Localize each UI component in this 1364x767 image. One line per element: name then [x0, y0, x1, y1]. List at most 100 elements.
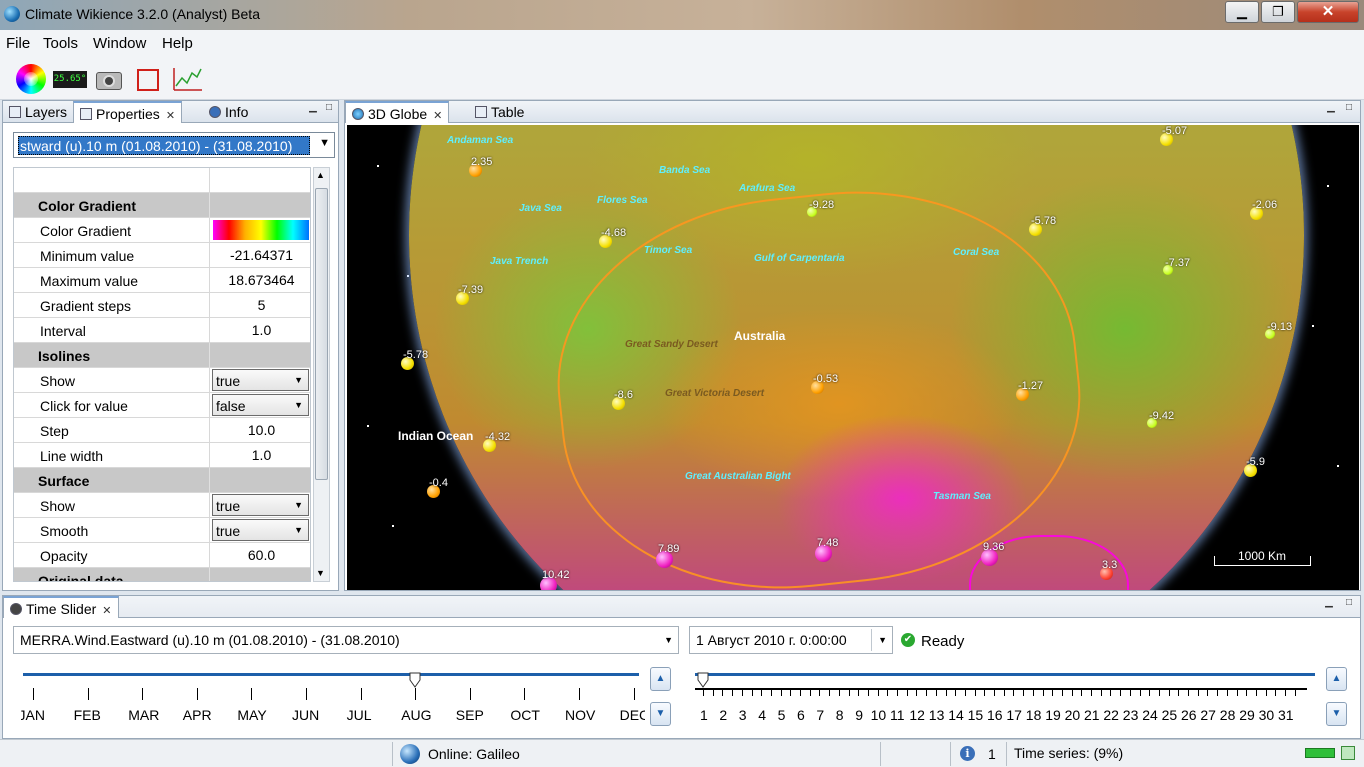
scrollbar-thumb[interactable] — [315, 188, 328, 480]
maximize-button[interactable]: ❐ — [1261, 1, 1295, 23]
maximize-panel-icon[interactable]: □ — [1343, 103, 1355, 115]
month-label[interactable]: MAY — [237, 707, 266, 723]
property-row[interactable]: Interval 1.0 — [14, 318, 310, 343]
property-row[interactable]: Click for value false — [14, 393, 310, 418]
property-row[interactable]: Step 10.0 — [14, 418, 310, 443]
property-value[interactable]: true — [211, 493, 310, 518]
close-tab-icon[interactable]: ✕ — [433, 110, 442, 122]
layer-select[interactable]: stward (u).10 m (01.08.2010) - (31.08.20… — [13, 132, 335, 158]
earth-globe[interactable] — [409, 125, 1304, 590]
property-row[interactable]: Show true — [14, 493, 310, 518]
property-scrollbar[interactable]: ▲ ▼ — [313, 167, 330, 582]
day-label[interactable]: 29 — [1239, 707, 1255, 723]
scroll-up-icon[interactable]: ▲ — [316, 170, 325, 180]
property-value[interactable]: 60.0 — [211, 543, 310, 568]
day-label[interactable]: 17 — [1006, 707, 1022, 723]
day-label[interactable]: 7 — [816, 707, 824, 723]
tab-info[interactable]: Info — [203, 101, 254, 123]
month-label[interactable]: JUL — [347, 707, 372, 723]
day-label[interactable]: 9 — [855, 707, 863, 723]
property-value[interactable] — [211, 218, 310, 243]
maximize-panel-icon[interactable]: □ — [1343, 598, 1355, 610]
menu-window[interactable]: Window — [93, 35, 146, 52]
month-up-button[interactable]: ▲ — [650, 667, 671, 691]
day-label[interactable]: 5 — [778, 707, 786, 723]
property-row[interactable]: Line width 1.0 — [14, 443, 310, 468]
month-label[interactable]: MAR — [128, 707, 159, 723]
day-label[interactable]: 27 — [1200, 707, 1216, 723]
minimize-button[interactable]: ▁ — [1225, 1, 1259, 23]
day-label[interactable]: 11 — [890, 707, 905, 723]
month-label[interactable]: FEB — [74, 707, 101, 723]
month-slider-thumb[interactable] — [409, 672, 421, 688]
property-dropdown[interactable]: true — [212, 519, 309, 541]
month-label[interactable]: SEP — [456, 707, 484, 723]
property-dropdown[interactable]: true — [212, 369, 309, 391]
property-row[interactable]: Gradient steps 5 — [14, 293, 310, 318]
property-row[interactable]: Maximum value 18.673464 — [14, 268, 310, 293]
day-up-button[interactable]: ▲ — [1326, 667, 1347, 691]
month-slider-track[interactable] — [23, 673, 639, 676]
day-label[interactable]: 8 — [836, 707, 844, 723]
day-label[interactable]: 19 — [1045, 707, 1061, 723]
day-label[interactable]: 25 — [1162, 707, 1178, 723]
minimize-panel-icon[interactable]: ▁ — [1325, 103, 1337, 115]
scroll-down-icon[interactable]: ▼ — [316, 568, 325, 578]
month-label[interactable]: JAN — [21, 707, 45, 723]
day-down-button[interactable]: ▼ — [1326, 702, 1347, 726]
menu-help[interactable]: Help — [162, 35, 193, 52]
date-select[interactable]: 1 Август 2010 г. 0:00:00 — [689, 626, 893, 654]
day-label[interactable]: 31 — [1278, 707, 1294, 723]
day-label[interactable]: 18 — [1026, 707, 1042, 723]
tab-table[interactable]: Table — [469, 101, 530, 123]
day-slider-track[interactable] — [695, 673, 1315, 676]
property-row[interactable]: Show true — [14, 368, 310, 393]
day-label[interactable]: 4 — [758, 707, 766, 723]
day-label[interactable]: 16 — [987, 707, 1003, 723]
month-label[interactable]: JUN — [292, 707, 319, 723]
minimize-panel-icon[interactable]: ▁ — [307, 103, 319, 115]
month-label[interactable]: DEC — [620, 707, 645, 723]
property-dropdown[interactable]: false — [212, 394, 309, 416]
day-label[interactable]: 28 — [1220, 707, 1236, 723]
month-down-button[interactable]: ▼ — [650, 702, 671, 726]
day-slider-thumb[interactable] — [697, 672, 709, 688]
chart-icon[interactable] — [170, 62, 204, 96]
month-label[interactable]: APR — [183, 707, 212, 723]
day-label[interactable]: 24 — [1142, 707, 1158, 723]
day-label[interactable]: 20 — [1065, 707, 1081, 723]
property-row[interactable]: Opacity 60.0 — [14, 543, 310, 568]
property-value[interactable]: -21.64371 — [211, 243, 310, 268]
day-label[interactable]: 30 — [1259, 707, 1275, 723]
garbage-collect-icon[interactable] — [1341, 746, 1355, 760]
close-tab-icon[interactable]: ✕ — [102, 605, 111, 617]
day-label[interactable]: 15 — [968, 707, 984, 723]
day-label[interactable]: 12 — [909, 707, 925, 723]
day-label[interactable]: 13 — [929, 707, 945, 723]
property-value[interactable]: 10.0 — [211, 418, 310, 443]
property-row[interactable]: Smooth true — [14, 518, 310, 543]
info-icon[interactable]: i — [960, 746, 975, 761]
day-label[interactable]: 14 — [948, 707, 964, 723]
day-label[interactable]: 26 — [1181, 707, 1197, 723]
day-label[interactable]: 6 — [797, 707, 805, 723]
maximize-panel-icon[interactable]: □ — [323, 103, 335, 115]
menu-tools[interactable]: Tools — [43, 35, 78, 52]
tab-time-slider[interactable]: Time Slider ✕ — [3, 596, 119, 618]
property-value[interactable]: 1.0 — [211, 443, 310, 468]
property-value[interactable]: false — [211, 393, 310, 418]
property-dropdown[interactable]: true — [212, 494, 309, 516]
tab-properties[interactable]: Properties ✕ — [73, 101, 183, 123]
day-label[interactable]: 10 — [871, 707, 887, 723]
property-value[interactable]: 18.673464 — [211, 268, 310, 293]
property-value[interactable]: 1.0 — [211, 318, 310, 343]
chevron-down-icon[interactable]: ▼ — [319, 137, 330, 149]
day-label[interactable]: 1 — [700, 707, 708, 723]
color-palette-icon[interactable] — [14, 62, 48, 96]
day-label[interactable]: 3 — [739, 707, 747, 723]
day-label[interactable]: 22 — [1103, 707, 1119, 723]
color-gradient-swatch[interactable] — [213, 220, 309, 240]
day-label[interactable]: 23 — [1123, 707, 1139, 723]
tab-layers[interactable]: Layers — [3, 101, 73, 123]
dataset-select[interactable]: MERRA.Wind.Eastward (u).10 m (01.08.2010… — [13, 626, 679, 654]
